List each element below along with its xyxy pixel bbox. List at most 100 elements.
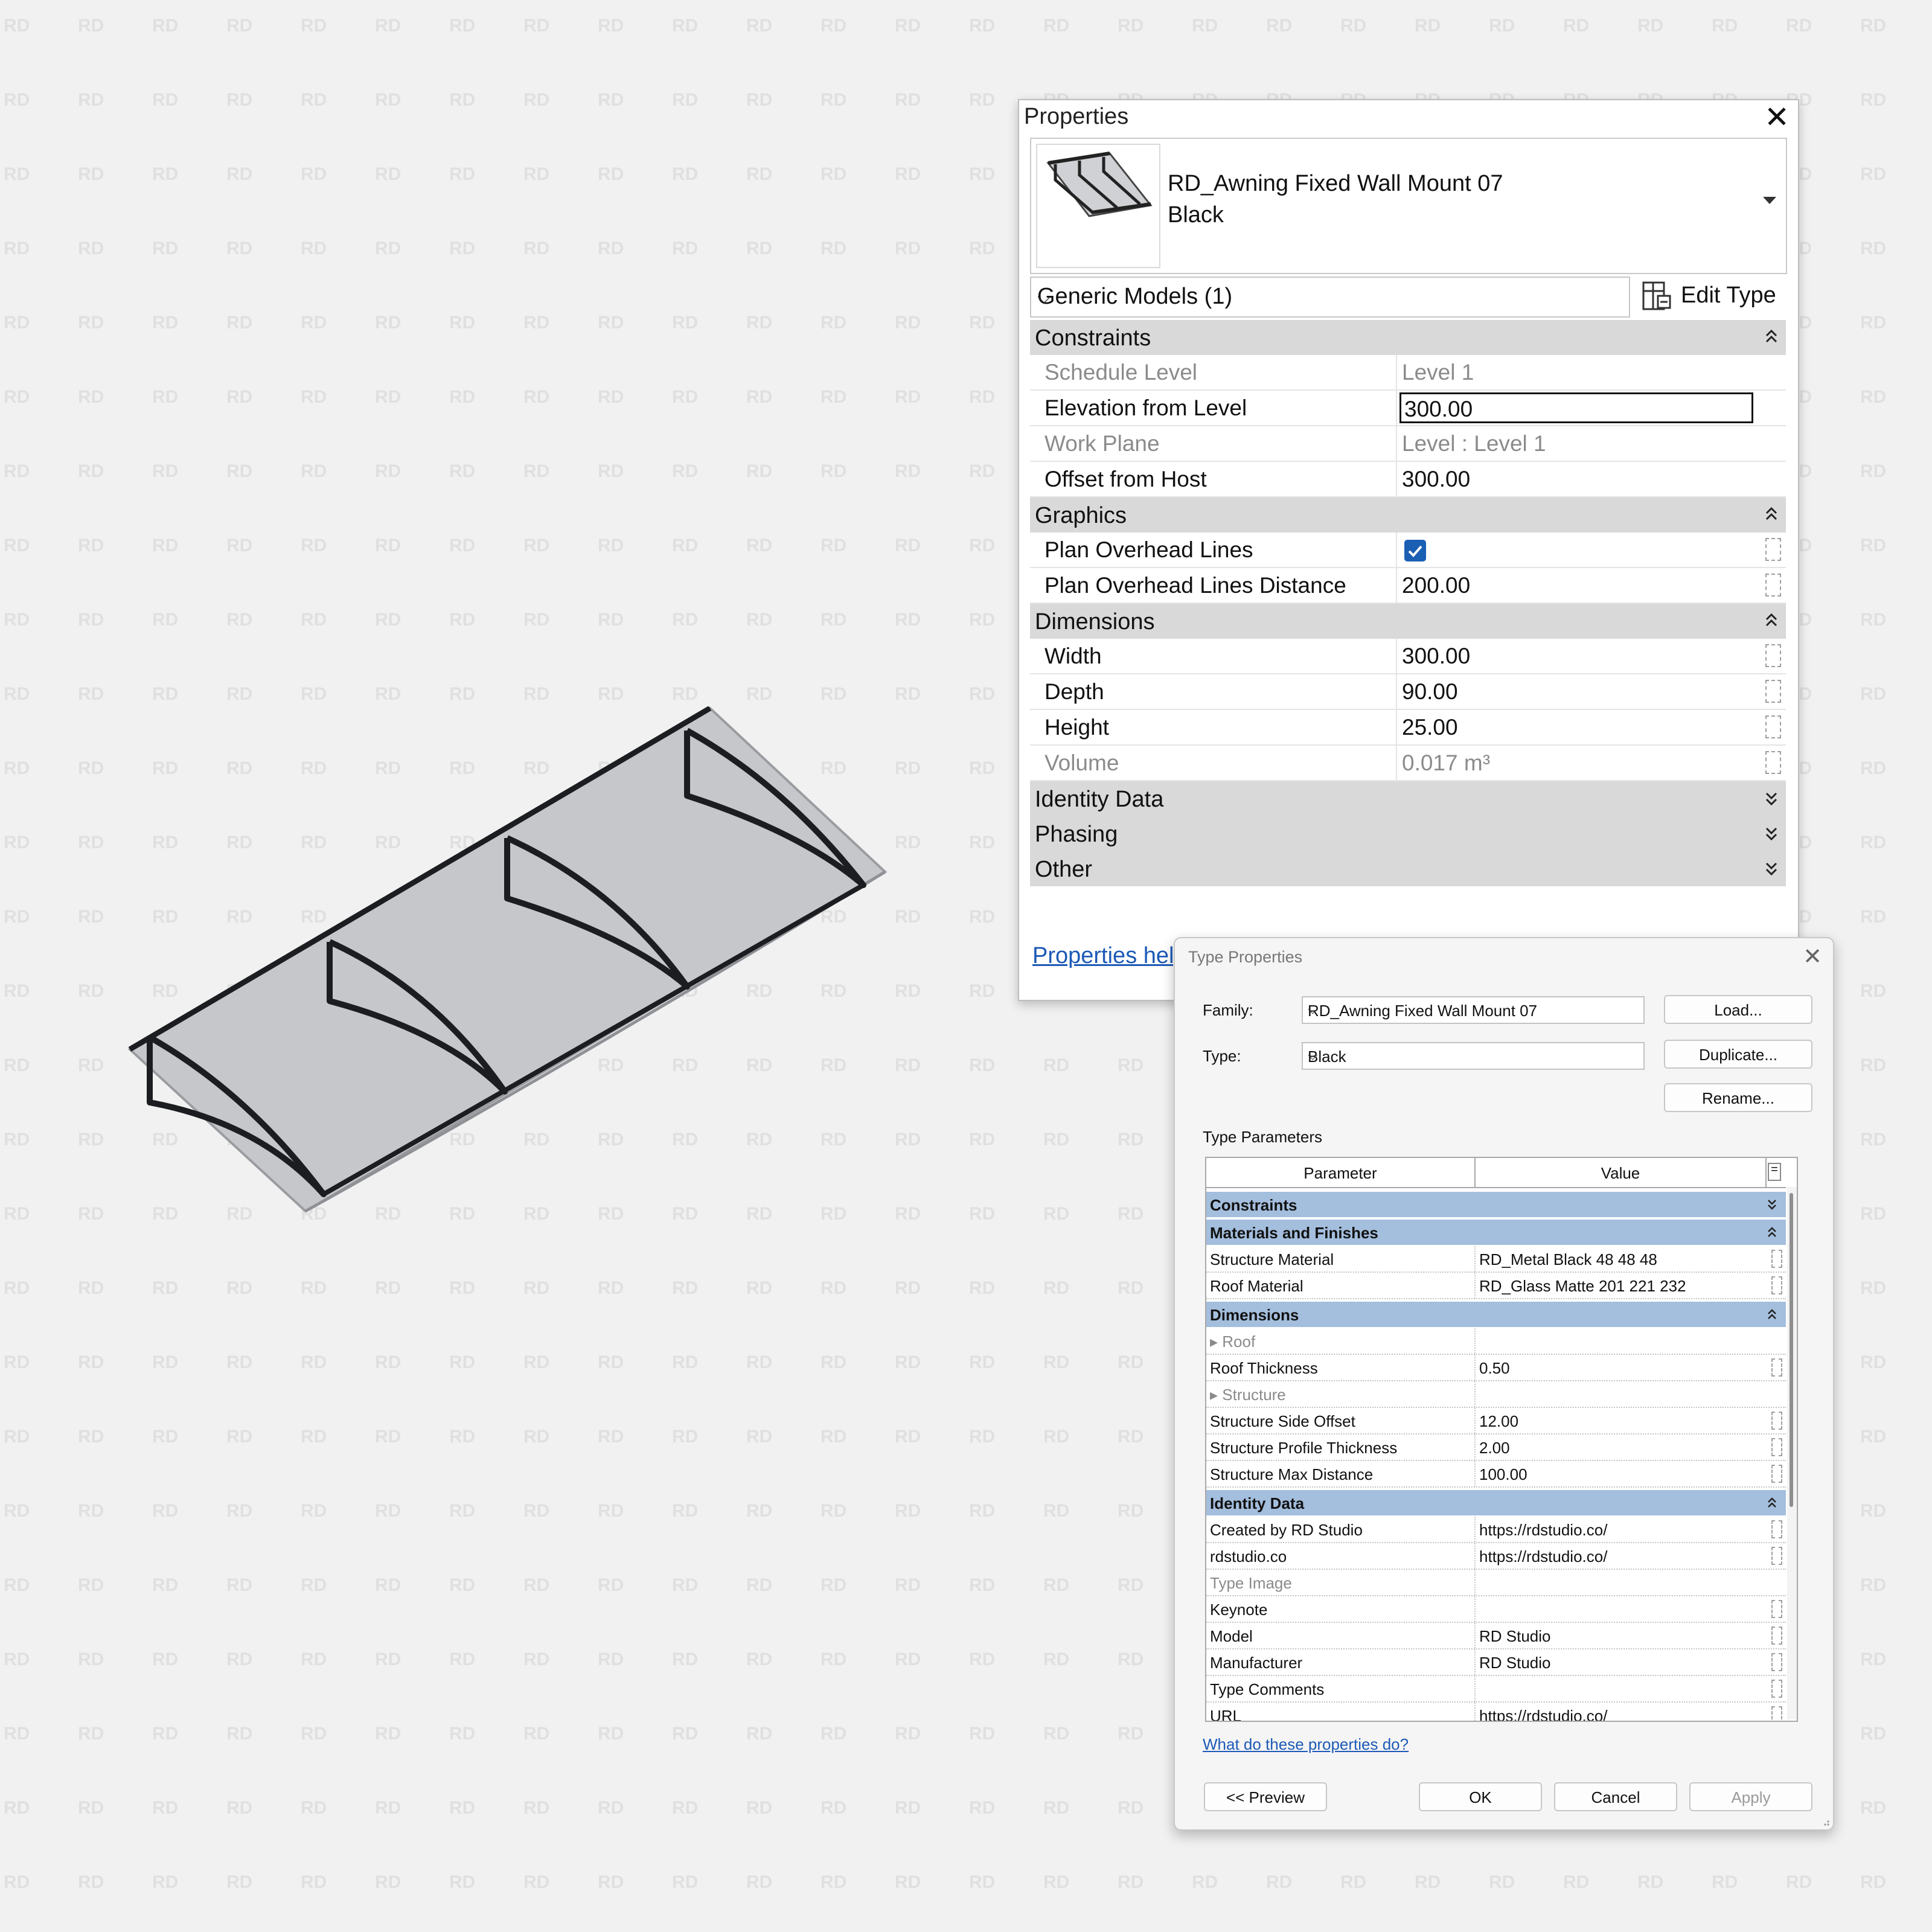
watermark-text: RD: [301, 238, 327, 258]
associate-param-button[interactable]: [1771, 1276, 1782, 1294]
watermark-text: RD: [152, 461, 178, 481]
associate-param-button[interactable]: [1771, 1412, 1782, 1430]
collapse-icon[interactable]: [1767, 1223, 1777, 1241]
table-row[interactable]: Created by RD Studio https://rdstudio.co/: [1206, 1517, 1786, 1543]
tp-section-constraints[interactable]: Constraints: [1206, 1192, 1786, 1217]
watermark-text: RD: [820, 16, 846, 36]
param-row-width[interactable]: Width 300.00: [1030, 639, 1786, 674]
table-row[interactable]: URL https://rdstudio.co/: [1206, 1703, 1786, 1721]
associate-param-button[interactable]: [1771, 1706, 1782, 1721]
section-graphics[interactable]: Graphics: [1030, 497, 1786, 533]
rename-button[interactable]: Rename...: [1664, 1083, 1812, 1112]
param-value: 12.00: [1479, 1412, 1519, 1430]
category-filter-select[interactable]: Generic Models (1) ⌵: [1030, 277, 1630, 318]
collapse-icon[interactable]: [1764, 502, 1779, 526]
param-value: 300.00: [1404, 397, 1473, 421]
watermark-text: RD: [152, 164, 178, 184]
resize-grip-icon[interactable]: [1820, 1816, 1831, 1827]
associate-param-button[interactable]: [1771, 1680, 1782, 1698]
expand-icon[interactable]: [1764, 856, 1779, 880]
collapse-icon[interactable]: [1767, 1494, 1777, 1512]
param-value: 0.50: [1479, 1359, 1510, 1377]
associate-param-button[interactable]: [1771, 1653, 1782, 1671]
associate-param-button[interactable]: [1765, 751, 1781, 774]
param-row-plan-overhead-lines[interactable]: Plan Overhead Lines: [1030, 533, 1786, 568]
associate-param-button[interactable]: [1771, 1250, 1782, 1268]
tp-section-dimensions[interactable]: Dimensions: [1206, 1302, 1786, 1327]
scrollbar-thumb[interactable]: [1790, 1193, 1793, 1507]
section-dimensions[interactable]: Dimensions: [1030, 604, 1786, 639]
associate-param-button[interactable]: [1771, 1627, 1782, 1645]
table-row[interactable]: rdstudio.co https://rdstudio.co/: [1206, 1543, 1786, 1570]
associate-param-button[interactable]: [1771, 1438, 1782, 1456]
collapse-icon[interactable]: [1764, 325, 1779, 349]
watermark-text: RD: [226, 684, 252, 704]
watermark-text: RD: [1860, 1798, 1886, 1818]
table-row[interactable]: Model RD Studio: [1206, 1623, 1786, 1649]
table-row-group-roof[interactable]: ▸ Roof: [1206, 1328, 1786, 1355]
plan-overhead-lines-checkbox[interactable]: [1404, 540, 1426, 561]
what-do-these-properties-do-link[interactable]: What do these properties do?: [1203, 1735, 1409, 1754]
associate-param-button[interactable]: [1765, 644, 1781, 667]
associate-param-button[interactable]: [1771, 1600, 1782, 1618]
elevation-input[interactable]: 300.00: [1399, 392, 1753, 423]
associate-param-button[interactable]: [1771, 1358, 1782, 1377]
tp-section-materials[interactable]: Materials and Finishes: [1206, 1220, 1786, 1245]
section-other[interactable]: Other: [1030, 851, 1786, 886]
param-row-plan-overhead-distance[interactable]: Plan Overhead Lines Distance 200.00: [1030, 568, 1786, 604]
ok-button[interactable]: OK: [1419, 1782, 1542, 1811]
properties-help-link[interactable]: Properties help: [1032, 943, 1187, 969]
collapse-icon[interactable]: [1767, 1305, 1777, 1323]
table-row[interactable]: Structure Material RD_Metal Black 48 48 4…: [1206, 1246, 1786, 1273]
table-row[interactable]: Structure Max Distance 100.00: [1206, 1461, 1786, 1488]
associate-param-button[interactable]: [1771, 1547, 1782, 1565]
associate-param-button[interactable]: [1771, 1520, 1782, 1538]
param-row-depth[interactable]: Depth 90.00: [1030, 674, 1786, 710]
associate-param-button[interactable]: [1765, 574, 1781, 597]
column-header-parameter[interactable]: Parameter: [1206, 1158, 1476, 1187]
expand-icon[interactable]: [1767, 1195, 1777, 1214]
associate-param-button[interactable]: [1765, 538, 1781, 561]
table-row[interactable]: Type Comments: [1206, 1676, 1786, 1703]
expand-icon[interactable]: [1764, 821, 1779, 845]
associate-param-button[interactable]: [1771, 1465, 1782, 1483]
close-icon[interactable]: ✕: [1764, 101, 1790, 133]
duplicate-button[interactable]: Duplicate...: [1664, 1040, 1812, 1069]
column-header-equals[interactable]: =: [1768, 1163, 1781, 1181]
cancel-button[interactable]: Cancel: [1554, 1782, 1677, 1811]
type-selector[interactable]: RD_Awning Fixed Wall Mount 07 Black: [1030, 138, 1787, 274]
param-row-elevation-from-level[interactable]: Elevation from Level 300.00: [1030, 391, 1786, 426]
section-identity-data[interactable]: Identity Data: [1030, 781, 1786, 816]
type-select[interactable]: Black ⌵: [1302, 1042, 1645, 1070]
watermark-text: RD: [895, 1575, 921, 1595]
table-row-group-structure[interactable]: ▸ Structure: [1206, 1381, 1786, 1408]
associate-param-button[interactable]: [1765, 715, 1781, 738]
table-row[interactable]: Roof Material RD_Glass Matte 201 221 232: [1206, 1273, 1786, 1299]
close-icon[interactable]: ✕: [1803, 943, 1822, 970]
table-row[interactable]: Structure Side Offset 12.00: [1206, 1408, 1786, 1435]
watermark-text: RD: [152, 16, 178, 36]
table-row[interactable]: Manufacturer RD Studio: [1206, 1649, 1786, 1676]
param-row-offset-from-host[interactable]: Offset from Host 300.00: [1030, 462, 1786, 497]
expand-icon[interactable]: [1764, 786, 1779, 810]
button-label: Rename...: [1702, 1089, 1774, 1107]
param-row-height[interactable]: Height 25.00: [1030, 710, 1786, 746]
table-row[interactable]: Structure Profile Thickness 2.00: [1206, 1435, 1786, 1461]
section-constraints[interactable]: Constraints: [1030, 320, 1786, 355]
collapse-icon[interactable]: [1764, 609, 1779, 633]
table-row[interactable]: Roof Thickness 0.50: [1206, 1355, 1786, 1381]
tp-section-identity-data[interactable]: Identity Data: [1206, 1490, 1786, 1515]
table-row[interactable]: Keynote: [1206, 1596, 1786, 1623]
associate-param-button[interactable]: [1765, 680, 1781, 703]
watermark-text: RD: [4, 461, 30, 481]
preview-button[interactable]: << Preview: [1204, 1782, 1327, 1811]
column-header-value[interactable]: Value: [1476, 1158, 1767, 1187]
type-dropdown-icon[interactable]: [1763, 197, 1776, 204]
family-select[interactable]: RD_Awning Fixed Wall Mount 07 ⌵: [1302, 996, 1645, 1024]
load-button[interactable]: Load...: [1664, 995, 1812, 1024]
awning-3d-model[interactable]: [121, 706, 906, 1226]
watermark-text: RD: [1415, 1872, 1441, 1892]
section-phasing[interactable]: Phasing: [1030, 816, 1786, 851]
table-scrollbar[interactable]: [1787, 1187, 1797, 1719]
param-label: Structure Material: [1210, 1250, 1334, 1268]
